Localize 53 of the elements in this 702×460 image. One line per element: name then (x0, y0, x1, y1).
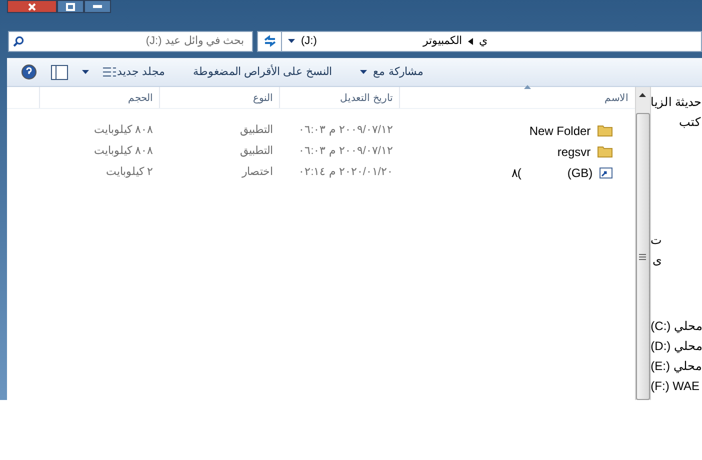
nav-item[interactable]: حديثة الزيا (650, 92, 702, 112)
refresh-icon (262, 35, 276, 47)
column-header[interactable]: الاسم (604, 91, 629, 106)
file-name: New Folder (529, 122, 591, 140)
help-icon[interactable] (21, 64, 37, 80)
column-header[interactable]: الحجم (128, 91, 153, 106)
column-header[interactable]: تاريخ التعديل (340, 91, 393, 106)
grip-icon (639, 254, 646, 260)
search-icon (13, 36, 24, 46)
minimize-icon (93, 5, 102, 8)
file-name: ٨( (511, 164, 522, 182)
dropdown-icon (288, 39, 295, 43)
minimize-button[interactable] (84, 0, 111, 13)
type-cell-text: التطبيق (240, 144, 273, 160)
preview-pane-icon[interactable] (51, 64, 68, 80)
breadcrumb-item[interactable]: الكمبيوتر (422, 32, 462, 50)
size-cell-text: ٨٠٨ كيلوبايت (94, 144, 153, 160)
view-options-icon[interactable] (103, 66, 117, 78)
chevron-icon (468, 38, 473, 44)
nav-item[interactable]: ى (650, 250, 662, 270)
date-cell-text: ٢٠٠٩/٠٧/١٢ م ٠٦:٠٣ (298, 123, 393, 138)
maximize-button[interactable] (57, 0, 84, 13)
column-header[interactable]: النوع (253, 91, 273, 106)
toolbar-button[interactable]: مشاركة مع (360, 64, 424, 80)
breadcrumb-item[interactable]: (J:) (301, 32, 317, 50)
nav-item[interactable]: (F:) WAE (650, 376, 702, 396)
folder-icon (596, 145, 613, 158)
folder-icon (596, 124, 613, 137)
nav-item[interactable]: ت (650, 230, 662, 250)
dropdown-icon[interactable] (82, 70, 89, 74)
date-cell-text: ٢٠٠٩/٠٧/١٢ م ٠٦:٠٣ (298, 144, 393, 160)
toolbar-button[interactable]: النسخ على الأقراص المضغوطة (193, 64, 332, 80)
size-cell-text: ٨٠٨ كيلوبايت (94, 123, 153, 138)
close-icon (28, 2, 36, 10)
scrollbar[interactable] (634, 87, 651, 400)
nav-item[interactable]: كتب (650, 112, 702, 132)
type-cell-text: اختصار (242, 165, 273, 180)
shortcut-icon (598, 166, 613, 179)
date-cell-text: ٢٠٢٠/٠١/٢٠ م ٠٢:١٤ (298, 165, 393, 180)
scroll-up-icon[interactable] (639, 93, 646, 97)
breadcrumb-item[interactable]: ي (478, 32, 488, 50)
sort-arrow-icon (524, 85, 531, 89)
size-cell-text: ٢ كيلوبايت (106, 165, 153, 180)
search-field[interactable]: (J:) بحث في وائل عيد (8, 30, 253, 52)
file-name: regsvr (557, 144, 591, 160)
maximize-icon (66, 2, 75, 10)
type-cell-text: التطبيق (240, 123, 273, 138)
nav-item[interactable]: (E:) محلي (650, 356, 702, 376)
toolbar-button[interactable]: مجلد جديد (117, 64, 166, 80)
nav-item[interactable]: (C:) محلي (650, 316, 702, 336)
close-button[interactable] (7, 0, 57, 13)
file-name: (GB) (567, 164, 593, 182)
nav-item[interactable]: (D:) محلي (650, 336, 702, 356)
